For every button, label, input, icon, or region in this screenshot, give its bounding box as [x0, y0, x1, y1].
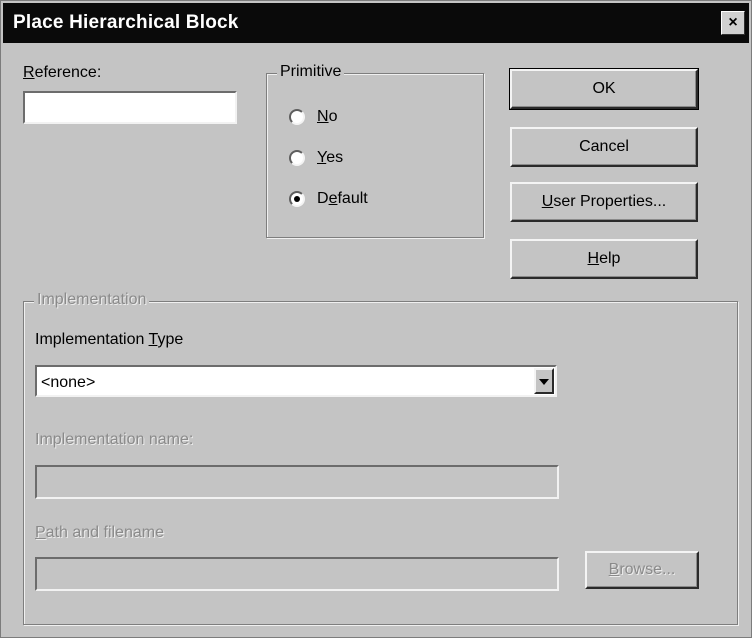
implementation-name-input[interactable] — [35, 465, 559, 499]
path-filename-label: Path and filename — [35, 524, 164, 541]
ok-button[interactable]: OK — [509, 68, 699, 110]
implementation-name-label: Implementation name: — [35, 431, 194, 448]
title-bar: Place Hierarchical Block × — [3, 3, 749, 43]
radio-default-indicator[interactable] — [289, 191, 305, 207]
reference-label-rest: eference: — [34, 64, 102, 81]
radio-default-label: Default — [317, 190, 368, 207]
cancel-button[interactable]: Cancel — [510, 127, 698, 167]
chevron-down-icon[interactable] — [534, 368, 554, 394]
radio-no-label: No — [317, 108, 338, 125]
implementation-type-label: Implementation Type — [35, 331, 184, 348]
radio-yes-indicator[interactable] — [289, 150, 305, 166]
place-hierarchical-block-dialog: Place Hierarchical Block × Reference: Pr… — [0, 0, 752, 638]
radio-yes-label: Yes — [317, 149, 344, 166]
dialog-title: Place Hierarchical Block — [13, 12, 239, 33]
radio-no-indicator[interactable] — [289, 109, 305, 125]
implementation-type-select[interactable]: <none> — [35, 365, 557, 397]
browse-button[interactable]: Browse... — [585, 551, 699, 589]
implementation-legend: Implementation — [34, 291, 150, 309]
close-icon[interactable]: × — [721, 11, 745, 35]
implementation-type-value: <none> — [41, 374, 96, 391]
reference-input[interactable] — [23, 91, 237, 124]
user-properties-button[interactable]: User Properties... — [510, 182, 698, 222]
reference-label-mnemonic: R — [23, 64, 35, 81]
reference-label: Reference: — [23, 64, 101, 82]
help-button[interactable]: Help — [510, 239, 698, 279]
path-filename-input[interactable] — [35, 557, 559, 591]
primitive-group: Primitive No Yes Default — [266, 63, 484, 238]
primitive-legend: Primitive — [277, 63, 345, 81]
